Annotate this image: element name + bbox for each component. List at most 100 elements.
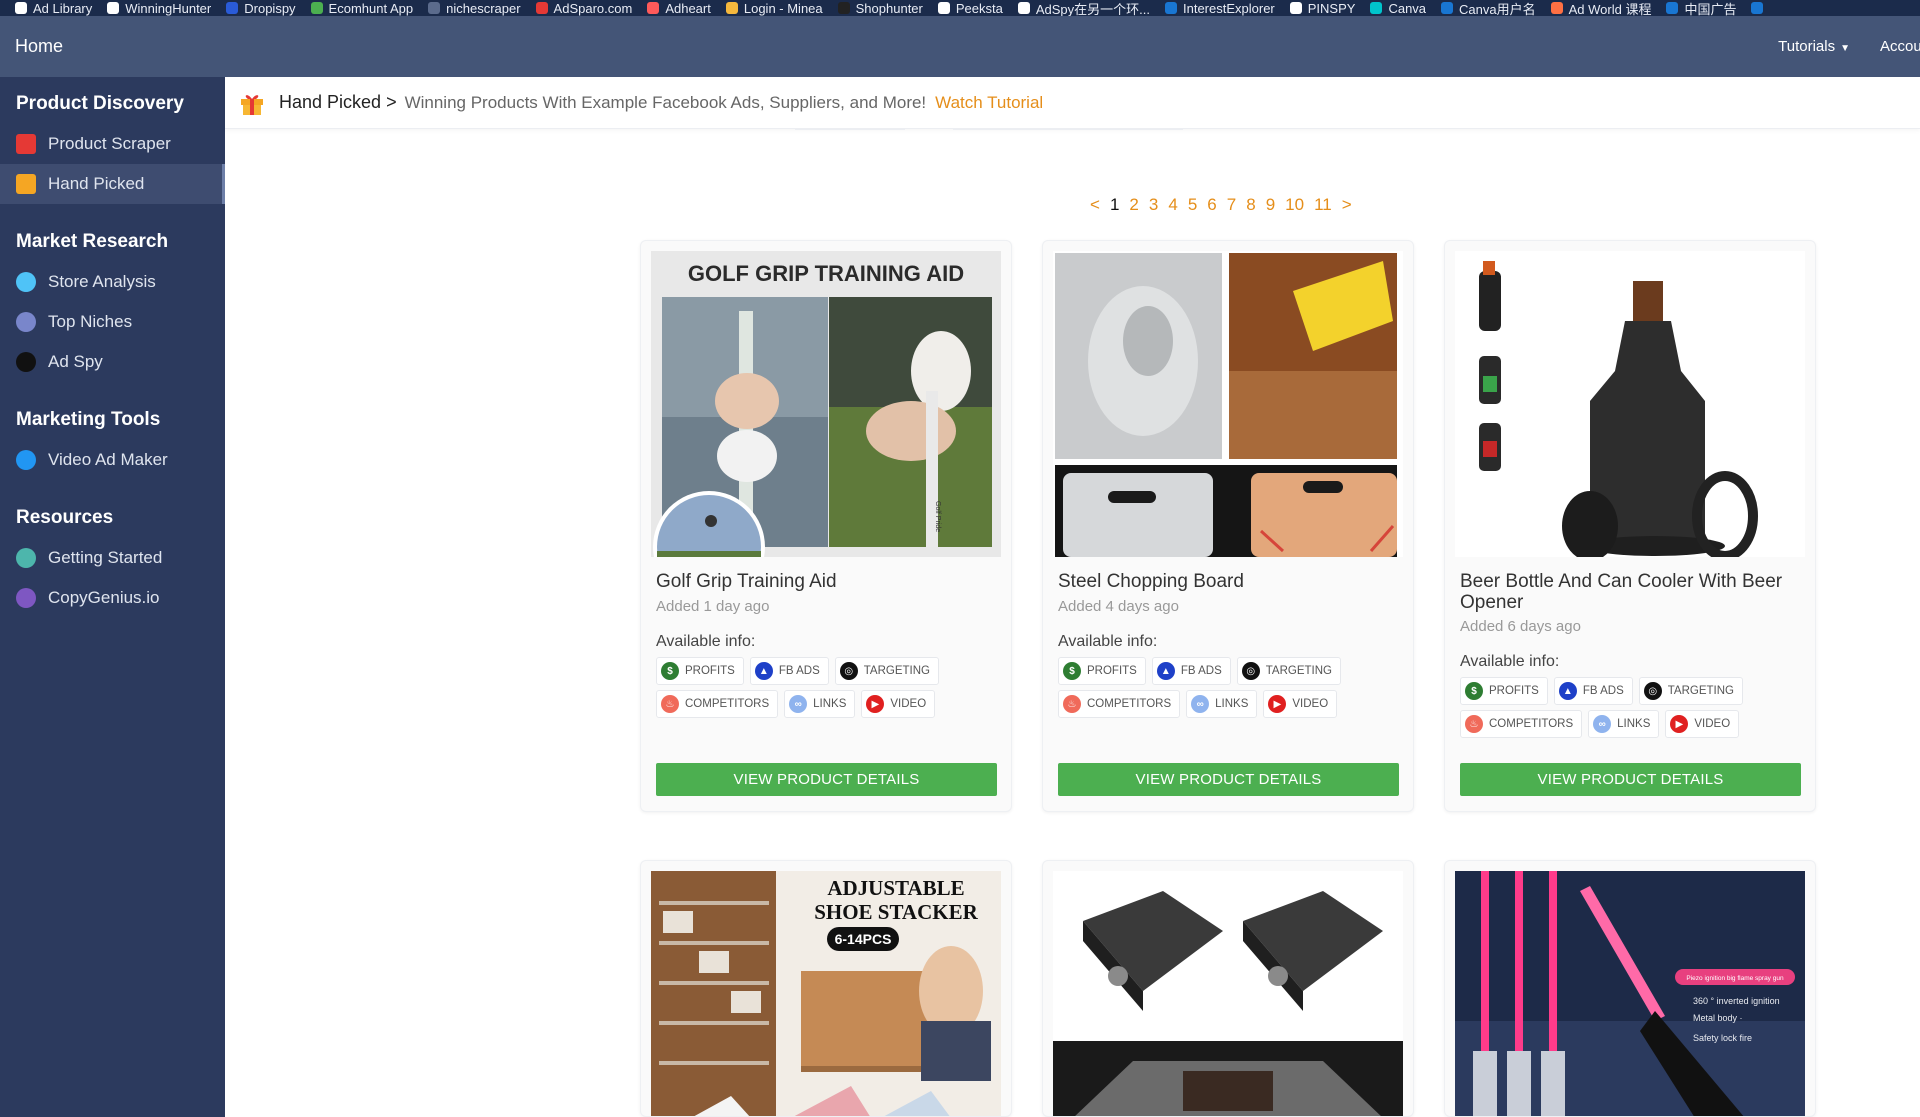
bookmark-item[interactable]: Canva用户名: [1441, 0, 1536, 16]
available-info-label: Available info:: [1460, 653, 1560, 670]
bookmark-label: Adheart: [665, 0, 711, 16]
bookmark-item[interactable]: Adheart: [647, 0, 711, 16]
pagination-page[interactable]: 7: [1227, 195, 1236, 215]
sidebar-item-label: Getting Started: [48, 548, 163, 567]
pagination-prev[interactable]: <: [1090, 195, 1100, 215]
info-tag: ◎ TARGETING: [834, 657, 939, 685]
bookmark-item[interactable]: Ad World 课程: [1550, 0, 1651, 16]
pagination-page[interactable]: 9: [1266, 195, 1275, 215]
available-info-label: Available info:: [656, 633, 756, 650]
sidebar-section-title: Product Discovery: [16, 93, 184, 114]
view-product-details-button[interactable]: VIEW PRODUCT DETAILS: [1058, 763, 1399, 796]
info-tag-label: PROFITS: [1087, 665, 1137, 677]
product-title[interactable]: Steel Chopping Board: [1058, 571, 1403, 592]
product-image-shoe-stacker[interactable]: ADJUSTABLE SHOE STACKER 6-14PCS: [651, 871, 1001, 1116]
info-tag: $ PROFITS: [1058, 657, 1146, 685]
product-title[interactable]: Golf Grip Training Aid: [656, 571, 1001, 592]
view-product-details-button[interactable]: VIEW PRODUCT DETAILS: [1460, 763, 1801, 796]
bookmark-item[interactable]: 中国广告: [1666, 0, 1736, 16]
pagination-page[interactable]: 8: [1246, 195, 1255, 215]
pagination-page[interactable]: 11: [1314, 195, 1332, 215]
bookmark-item[interactable]: Shophunter: [837, 0, 923, 16]
product-image-chopping-board[interactable]: [1053, 251, 1403, 557]
tutorials-dropdown[interactable]: Tutorials ▼: [1778, 38, 1850, 55]
product-image-golf-grip[interactable]: GOLF GRIP TRAINING AID Golf Pride: [651, 251, 1001, 557]
bookmark-label: Peeksta: [955, 0, 1003, 16]
bookmark-favicon-icon: [107, 2, 120, 14]
pagination-page[interactable]: 2: [1129, 195, 1138, 215]
bookmark-item[interactable]: Dropispy: [226, 0, 296, 16]
view-product-details-button[interactable]: VIEW PRODUCT DETAILS: [656, 763, 997, 796]
bookmark-favicon-icon: [15, 2, 27, 14]
bookmark-favicon-icon: [1441, 2, 1454, 14]
info-tag-label: COMPETITORS: [685, 698, 770, 710]
added-date: Added 4 days ago: [1058, 598, 1179, 615]
image-badge: Piezo ignition big flame spray gun: [1686, 975, 1784, 982]
sidebar-item[interactable]: Store Analysis: [0, 262, 225, 302]
target-icon: ◎: [839, 662, 858, 680]
info-tag: ◎ TARGETING: [1236, 657, 1341, 685]
info-tag: ▲ FB ADS: [1553, 677, 1633, 705]
bookmark-label: AdSpy在另一个环...: [1035, 1, 1150, 17]
watch-tutorial-link[interactable]: Watch Tutorial: [935, 93, 1043, 113]
bookmark-item[interactable]: InterestExplorer: [1165, 0, 1275, 16]
sidebar-item-label: Top Niches: [48, 312, 133, 331]
info-tag: ▶ VIDEO: [861, 690, 936, 718]
bookmark-item[interactable]: nichescraper: [428, 0, 521, 16]
bookmark-item[interactable]: Ad Library: [15, 0, 92, 16]
sidebar-item-label: Product Scraper: [48, 134, 171, 153]
chart-icon: ▲: [754, 662, 773, 680]
info-tag-label: TARGETING: [1667, 685, 1734, 697]
bookmark-item[interactable]: AdSpy在另一个环...: [1017, 0, 1150, 17]
breadcrumb-separator: >: [386, 92, 397, 112]
pagination-page[interactable]: 4: [1168, 195, 1177, 215]
dollar-icon: $: [1063, 662, 1081, 680]
info-tag: ∞ LINKS: [1588, 710, 1660, 738]
sidebar-item[interactable]: Top Niches: [0, 302, 225, 342]
bookmark-label: WinningHunter: [125, 0, 212, 16]
available-info-label: Available info:: [1058, 633, 1158, 650]
bookmark-item[interactable]: Canva: [1370, 0, 1426, 16]
image-badge: 6-14PCS: [835, 931, 892, 947]
sidebar-item[interactable]: Getting Started: [0, 538, 225, 578]
bookmark-item[interactable]: Login - Minea: [725, 0, 823, 16]
bookmark-item[interactable]: [1751, 0, 1769, 16]
bookmark-item[interactable]: PINSPY: [1289, 0, 1355, 16]
sidebar-item[interactable]: Ad Spy: [0, 342, 225, 382]
bookmark-item[interactable]: Ecomhunt App: [310, 0, 413, 16]
product-image-car-device[interactable]: [1053, 871, 1403, 1116]
pagination-next[interactable]: >: [1342, 195, 1352, 215]
info-tag-label: PROFITS: [1489, 685, 1539, 697]
breadcrumb-current[interactable]: Hand Picked: [279, 92, 381, 113]
page-header: Hand Picked > Winning Products With Exam…: [225, 77, 1920, 129]
pagination-page[interactable]: 5: [1188, 195, 1197, 215]
sidebar-item-label: CopyGenius.io: [48, 588, 160, 607]
pagination-page[interactable]: 3: [1149, 195, 1158, 215]
sidebar-item[interactable]: Hand Picked: [0, 164, 225, 204]
dollar-icon: $: [1465, 682, 1483, 700]
bookmark-favicon-icon: [310, 2, 323, 14]
sidebar-item[interactable]: CopyGenius.io: [0, 578, 225, 618]
product-image-flame-gun[interactable]: Piezo ignition big flame spray gun 360 °…: [1455, 871, 1805, 1116]
pagination-page[interactable]: 6: [1207, 195, 1216, 215]
bookmark-item[interactable]: WinningHunter: [107, 0, 211, 16]
bookmark-item[interactable]: Peeksta: [937, 0, 1003, 16]
product-title[interactable]: Beer Bottle And Can Cooler With Beer Ope…: [1460, 571, 1805, 613]
bookmark-label: Canva用户名: [1459, 1, 1536, 17]
sidebar-item[interactable]: Video Ad Maker: [0, 440, 225, 480]
camera-icon: [16, 450, 36, 470]
home-link[interactable]: Home: [15, 36, 63, 57]
bookmark-favicon-icon: [725, 2, 738, 14]
product-card: Steel Chopping Board Added 4 days ago Av…: [1042, 240, 1414, 812]
sidebar-item[interactable]: Product Scraper: [0, 124, 225, 164]
bookmark-item[interactable]: AdSparo.com: [535, 0, 632, 16]
account-menu[interactable]: Account: [1880, 38, 1920, 55]
sidebar-item-label: Hand Picked: [48, 174, 145, 193]
pagination-page[interactable]: 10: [1285, 195, 1304, 215]
product-image-beer-cooler[interactable]: [1455, 251, 1805, 557]
tag-row: ♨ COMPETITORS ∞ LINKS ▶ VIDEO: [656, 690, 1006, 718]
pagination-page[interactable]: 1: [1110, 195, 1119, 215]
info-tag-label: COMPETITORS: [1087, 698, 1172, 710]
